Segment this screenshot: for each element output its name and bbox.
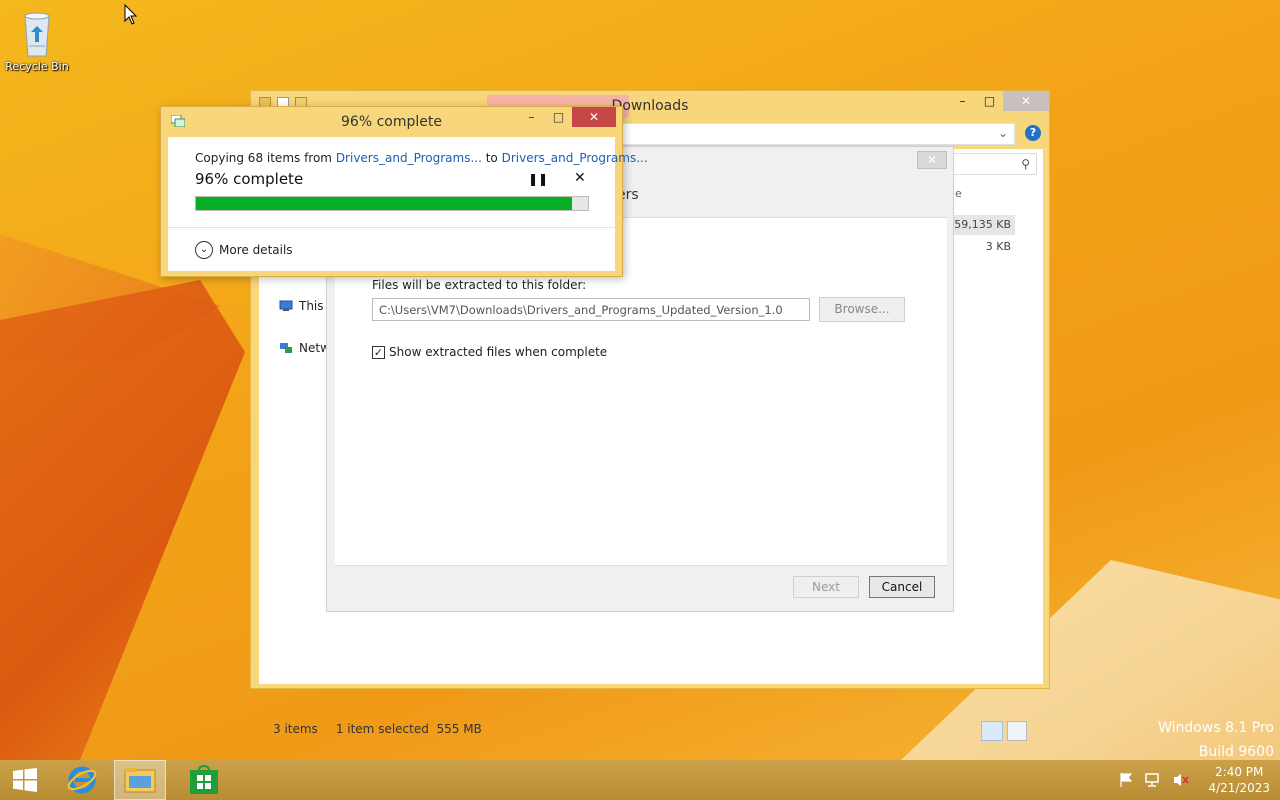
minimize-button[interactable]: – — [518, 107, 545, 127]
maximize-button[interactable]: □ — [545, 107, 572, 127]
large-icons-view-icon[interactable] — [1007, 721, 1027, 741]
store-taskbar-button[interactable] — [182, 760, 226, 800]
status-bar: 3 items 1 item selected 555 MB — [273, 722, 482, 736]
file-size-cell[interactable]: 59,135 KB — [949, 215, 1015, 235]
browse-button[interactable]: Browse... — [819, 297, 905, 322]
watermark-edition: Windows 8.1 Pro — [1158, 720, 1274, 736]
checkbox-label: Show extracted files when complete — [389, 345, 608, 359]
search-icon: ⚲ — [1021, 157, 1030, 171]
cancel-copy-icon[interactable]: ✕ — [574, 170, 586, 186]
network-icon — [280, 343, 292, 353]
sidebar-item-network[interactable]: Netw — [279, 341, 330, 355]
maximize-button[interactable]: □ — [976, 91, 1003, 111]
clock-date: 4/21/2023 — [1208, 781, 1270, 795]
computer-icon — [279, 300, 293, 311]
recycle-bin-shortcut[interactable]: Recycle Bin — [4, 6, 70, 73]
mouse-cursor-icon — [124, 4, 138, 25]
dialog-body: Copying 68 items from Drivers_and_Progra… — [168, 137, 648, 271]
details-view-icon[interactable] — [981, 721, 1003, 741]
chevron-down-icon[interactable]: ⌄ — [998, 126, 1008, 140]
internet-explorer-taskbar-button[interactable] — [60, 760, 104, 800]
copy-prefix-text: Copying 68 items from — [195, 151, 336, 165]
file-size-cell[interactable]: 3 KB — [949, 237, 1015, 257]
wizard-footer: Next Cancel — [335, 565, 947, 607]
copy-progress-dialog: 96% complete – □ ✕ Copying 68 items from… — [160, 106, 648, 277]
clock-time: 2:40 PM — [1215, 765, 1264, 779]
destination-label: Files will be extracted to this folder: — [372, 278, 587, 292]
selection-count: 1 item selected — [335, 722, 429, 736]
progress-fill — [196, 197, 573, 210]
more-details-toggle[interactable]: ⌄ More details — [195, 241, 293, 259]
volume-muted-icon[interactable] — [1172, 772, 1190, 788]
close-button[interactable]: ✕ — [1003, 91, 1049, 111]
show-extracted-files-checkbox[interactable]: ✓ Show extracted files when complete — [372, 345, 607, 359]
internet-explorer-icon — [67, 766, 97, 794]
search-input[interactable]: ⚲ — [953, 153, 1037, 175]
file-explorer-icon — [124, 768, 156, 793]
destination-path-field[interactable]: C:\Users\VM7\Downloads\Drivers_and_Progr… — [372, 298, 810, 321]
destination-link[interactable]: Drivers_and_Programs... — [502, 151, 648, 165]
next-button[interactable]: Next — [793, 576, 859, 598]
minimize-button[interactable]: – — [949, 91, 976, 111]
help-icon[interactable]: ? — [1025, 125, 1041, 141]
store-icon — [190, 765, 218, 794]
clock[interactable]: 2:40 PM 4/21/2023 — [1208, 764, 1270, 796]
cancel-button[interactable]: Cancel — [869, 576, 935, 598]
source-link[interactable]: Drivers_and_Programs... — [336, 151, 482, 165]
recycle-bin-icon — [24, 12, 50, 57]
network-icon[interactable] — [1144, 772, 1162, 788]
progress-bar — [195, 196, 589, 211]
taskbar: 2:40 PM 4/21/2023 — [0, 760, 1280, 800]
item-count: 3 items — [273, 722, 318, 736]
copy-to-text: to — [481, 151, 502, 165]
selection-size: 555 MB — [436, 722, 482, 736]
windows-watermark: Windows 8.1 Pro Build 9600 — [1158, 716, 1274, 764]
pause-icon[interactable]: ❚❚ — [528, 172, 548, 186]
wizard-close-button[interactable]: ✕ — [917, 151, 947, 169]
chevron-down-icon: ⌄ — [195, 241, 213, 259]
column-header-partial[interactable]: e — [955, 187, 962, 200]
start-button[interactable] — [6, 760, 44, 800]
system-tray: 2:40 PM 4/21/2023 — [1118, 760, 1270, 800]
sidebar-item-this-pc[interactable]: This I — [279, 299, 331, 313]
checkbox-checked-icon[interactable]: ✓ — [372, 345, 385, 359]
more-details-label: More details — [219, 243, 293, 257]
copy-description: Copying 68 items from Drivers_and_Progra… — [195, 151, 648, 165]
close-button[interactable]: ✕ — [572, 107, 616, 127]
percent-complete: 96% complete — [195, 170, 304, 188]
flag-icon[interactable] — [1118, 772, 1134, 788]
file-explorer-taskbar-button[interactable] — [114, 760, 166, 800]
start-icon — [13, 768, 37, 792]
divider — [168, 227, 615, 228]
recycle-bin-label: Recycle Bin — [5, 60, 69, 73]
address-bar[interactable]: ⌄ — [621, 123, 1015, 145]
